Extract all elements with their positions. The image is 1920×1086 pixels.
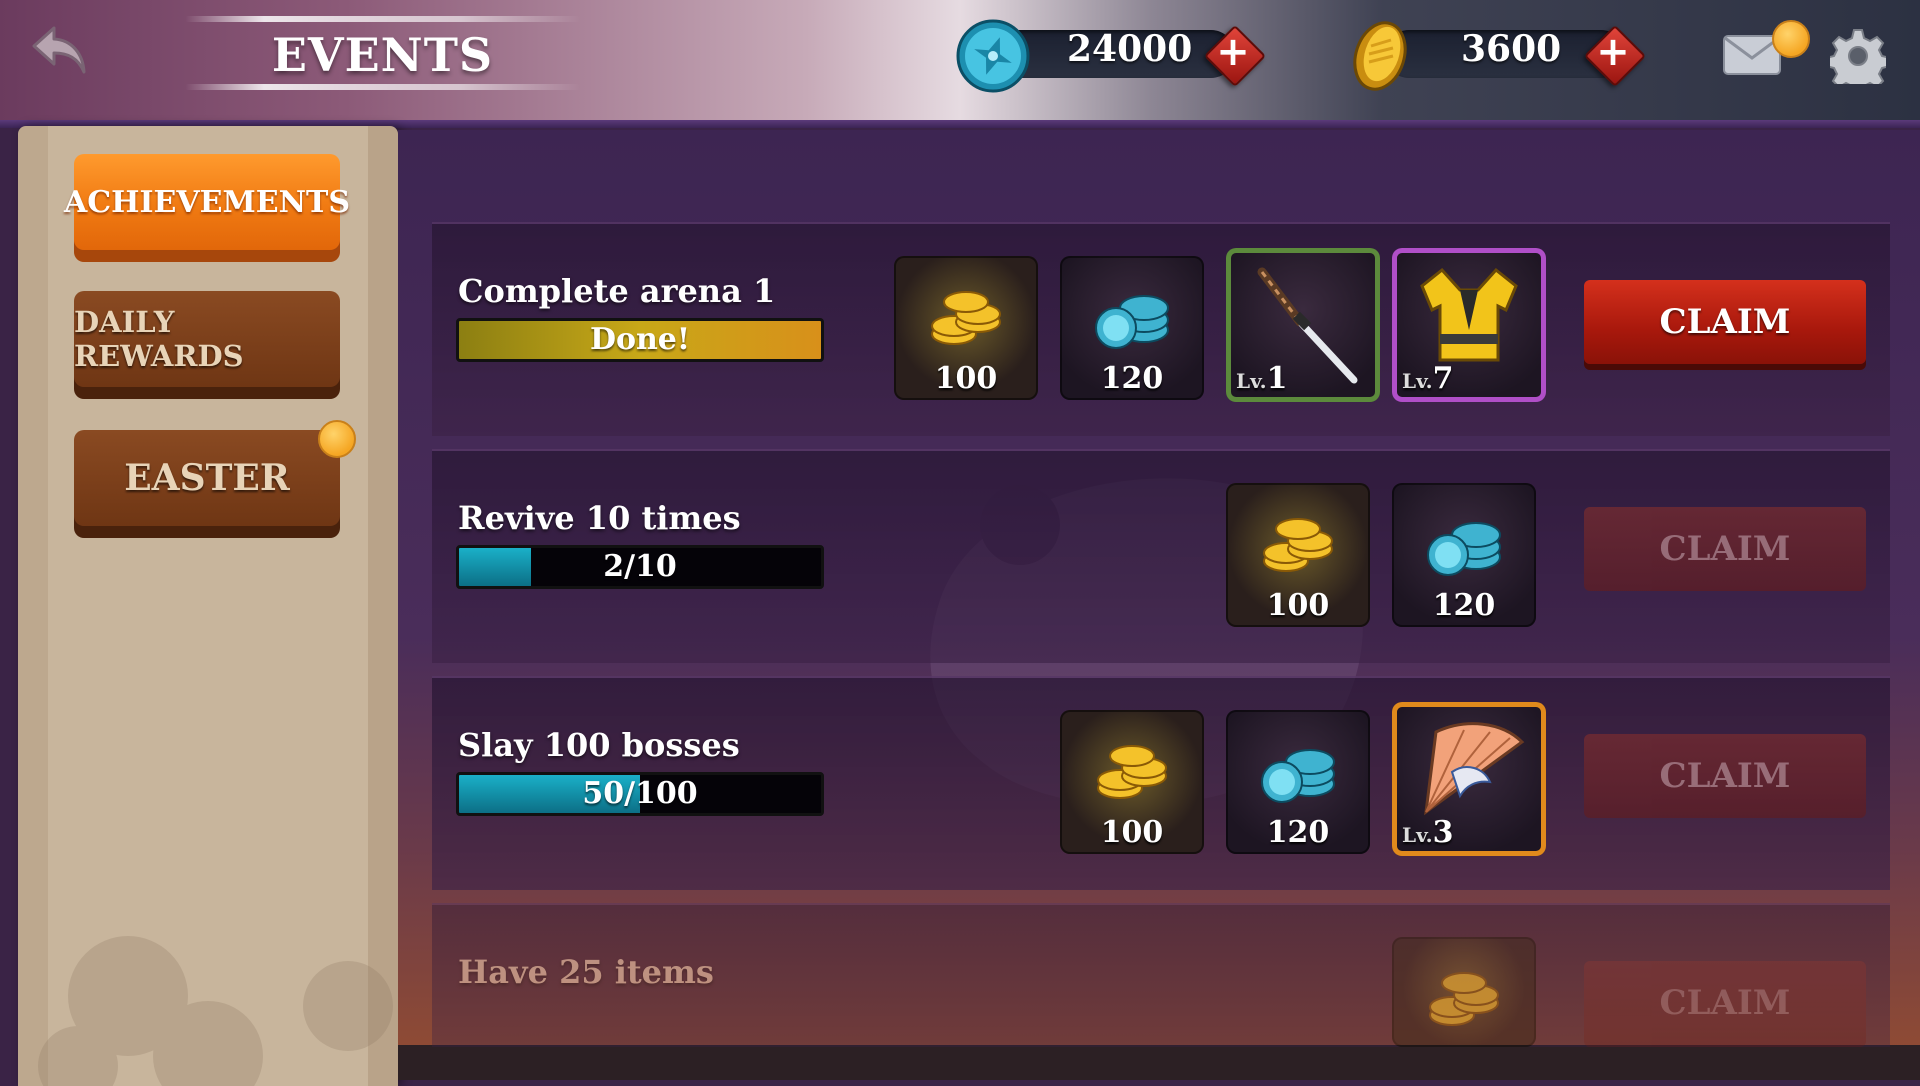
- armor-icon: [1420, 267, 1518, 362]
- shuriken-gem-icon: [956, 19, 1030, 93]
- claim-button[interactable]: CLAIM: [1584, 507, 1866, 591]
- achievement-title: Have 25 items: [458, 953, 714, 991]
- reward-qty: 120: [1100, 361, 1164, 396]
- reward-level: Lv.1: [1236, 361, 1288, 396]
- claim-button[interactable]: CLAIM: [1584, 961, 1866, 1047]
- level-value: 3: [1432, 815, 1454, 850]
- gems-stack-icon: [1095, 295, 1169, 349]
- reward-fan[interactable]: Lv.3: [1392, 702, 1546, 856]
- tab-easter[interactable]: EASTER: [74, 430, 340, 540]
- brush-stroke-top: [185, 16, 580, 22]
- reward-gold-coins[interactable]: 100: [894, 256, 1038, 400]
- tab-daily-rewards[interactable]: DAILY REWARDS: [74, 291, 340, 401]
- reward-katana[interactable]: Lv.1: [1226, 248, 1380, 402]
- gems-stack-icon: [1261, 749, 1335, 803]
- achievement-progress-bar: Done!: [456, 318, 824, 362]
- progress-text: Done!: [589, 322, 691, 357]
- buy-gems-button[interactable]: +: [1203, 24, 1267, 88]
- gear-icon[interactable]: [1830, 28, 1886, 84]
- achievement-title: Revive 10 times: [458, 499, 741, 537]
- plus-icon: +: [1216, 29, 1250, 75]
- level-prefix: Lv.: [1236, 369, 1267, 393]
- gem-value: 24000: [1067, 28, 1193, 70]
- gold-coins-icon: [931, 291, 1001, 345]
- level-prefix: Lv.: [1402, 823, 1433, 847]
- reward-gold-coins[interactable]: [1392, 937, 1536, 1047]
- achievement-progress-bar: 2/10: [456, 545, 824, 589]
- coin-counter: 3600 +: [1345, 18, 1675, 91]
- reward-armor[interactable]: Lv.7: [1392, 248, 1546, 402]
- coin-value: 3600: [1461, 28, 1562, 70]
- reward-gold-coins[interactable]: 100: [1226, 483, 1370, 627]
- reward-qty: 120: [1266, 815, 1330, 850]
- easter-notification-dot: [318, 420, 356, 458]
- level-value: 1: [1266, 361, 1288, 396]
- level-value: 7: [1432, 361, 1454, 396]
- reward-qty: 100: [1266, 588, 1330, 623]
- tab-easter-label: EASTER: [74, 430, 340, 526]
- gem-counter: 24000 +: [955, 18, 1285, 93]
- achievement-row-have-items: Have 25 items CLAIM: [432, 903, 1890, 1047]
- title-banner: EVENTS: [185, 10, 580, 96]
- progress-text: 2/10: [603, 549, 677, 584]
- claim-button[interactable]: CLAIM: [1584, 280, 1866, 364]
- reward-gold-coins[interactable]: 100: [1060, 710, 1204, 854]
- back-arrow-icon[interactable]: [28, 22, 90, 80]
- achievement-progress-bar: 50/100: [456, 772, 824, 816]
- reward-qty: 100: [934, 361, 998, 396]
- mail-notification-dot: [1772, 20, 1810, 58]
- reward-gems[interactable]: 120: [1060, 256, 1204, 400]
- sidebar: ACHIEVEMENTS DAILY REWARDS EASTER: [18, 126, 398, 1086]
- war-fan-icon: [1424, 722, 1525, 816]
- achievement-title: Complete arena 1: [458, 272, 776, 310]
- achievement-row-complete-arena: Complete arena 1 Done! 100 120 Lv.1 Lv.7…: [432, 222, 1890, 436]
- tab-daily-rewards-label: DAILY REWARDS: [74, 291, 340, 387]
- panel-footer: [398, 1045, 1920, 1080]
- tab-achievements-label: ACHIEVEMENTS: [64, 154, 350, 250]
- reward-level: Lv.7: [1402, 361, 1454, 396]
- brush-stroke-bottom: [185, 84, 580, 90]
- achievement-title: Slay 100 bosses: [458, 726, 740, 764]
- achievement-row-slay-bosses: Slay 100 bosses 50/100 100 120 Lv.3 CLAI…: [432, 676, 1890, 890]
- reward-gems[interactable]: 120: [1392, 483, 1536, 627]
- reward-level: Lv.3: [1402, 815, 1454, 850]
- top-bar: EVENTS 24000 + 3600 +: [0, 0, 1920, 128]
- achievement-row-revive: Revive 10 times 2/10 100 120 CLAIM: [432, 449, 1890, 663]
- tomoe-decoration: [38, 936, 393, 1086]
- reward-qty: 120: [1432, 588, 1496, 623]
- claim-button[interactable]: CLAIM: [1584, 734, 1866, 818]
- gems-stack-icon: [1427, 522, 1501, 576]
- gold-coin-icon: [1353, 21, 1407, 91]
- page-title: EVENTS: [271, 28, 494, 82]
- gold-coins-icon: [1263, 518, 1333, 572]
- buy-coins-button[interactable]: +: [1583, 24, 1647, 88]
- reward-qty: 100: [1100, 815, 1164, 850]
- progress-text: 50/100: [582, 776, 698, 811]
- gold-coins-icon: [1429, 972, 1499, 1026]
- reward-gems[interactable]: 120: [1226, 710, 1370, 854]
- gold-coins-icon: [1097, 745, 1167, 799]
- level-prefix: Lv.: [1402, 369, 1433, 393]
- tab-achievements[interactable]: ACHIEVEMENTS: [64, 154, 350, 264]
- plus-icon: +: [1596, 29, 1630, 75]
